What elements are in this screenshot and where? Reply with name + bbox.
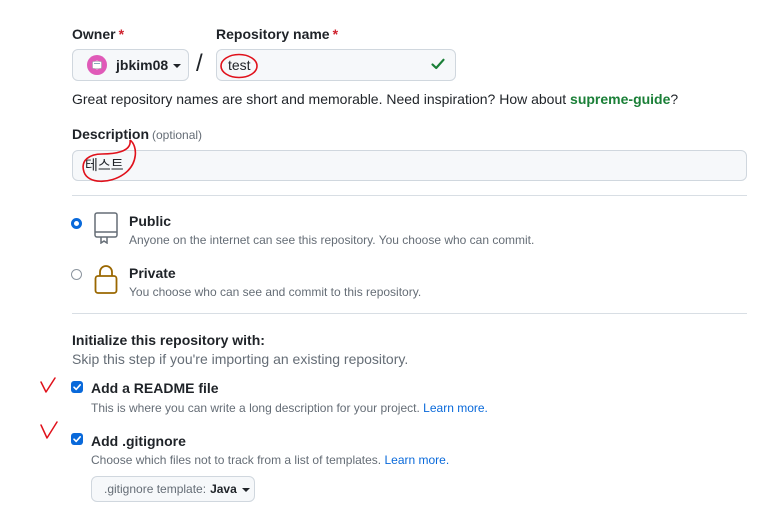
repo-name-hint: Great repository names are short and mem… [72, 91, 679, 107]
init-subtitle: Skip this step if you're importing an ex… [72, 351, 409, 367]
repo-name-label: Repository name * [216, 26, 339, 42]
owner-dropdown[interactable]: jbkim08 [72, 49, 189, 81]
gitignore-learn-more-link[interactable]: Learn more. [384, 453, 449, 467]
repo-icon [94, 212, 118, 244]
annotation-check-icon [40, 377, 56, 393]
gitignore-checkbox[interactable] [71, 433, 83, 445]
gitignore-title: Add .gitignore [91, 433, 186, 449]
annotation-circle-icon [220, 53, 258, 79]
readme-desc: This is where you can write a long descr… [91, 401, 488, 415]
avatar [87, 55, 107, 75]
description-input[interactable]: 테스트 [72, 150, 747, 181]
chevron-down-icon [173, 64, 182, 68]
owner-label: Owner * [72, 26, 125, 42]
gitignore-template-dropdown[interactable]: .gitignore template: Java [91, 476, 255, 502]
owner-repo-separator: / [196, 50, 203, 77]
owner-name: jbkim08 [116, 57, 169, 73]
public-desc: Anyone on the internet can see this repo… [129, 233, 535, 247]
suggestion-link[interactable]: supreme-guide [570, 91, 670, 107]
init-title: Initialize this repository with: [72, 332, 265, 348]
chevron-down-icon [241, 488, 250, 492]
annotation-loop-icon [82, 139, 137, 183]
private-radio[interactable] [71, 269, 82, 280]
readme-learn-more-link[interactable]: Learn more. [423, 401, 488, 415]
annotation-check-icon [40, 421, 58, 439]
divider [72, 195, 747, 196]
private-desc: You choose who can see and commit to thi… [129, 285, 422, 299]
divider [72, 313, 747, 314]
readme-checkbox[interactable] [71, 381, 83, 393]
public-radio[interactable] [71, 218, 82, 229]
gitignore-desc: Choose which files not to track from a l… [91, 453, 450, 467]
lock-icon [94, 265, 118, 294]
check-icon [431, 58, 445, 70]
readme-title: Add a README file [91, 380, 219, 396]
private-title: Private [129, 265, 176, 281]
public-title: Public [129, 213, 172, 229]
